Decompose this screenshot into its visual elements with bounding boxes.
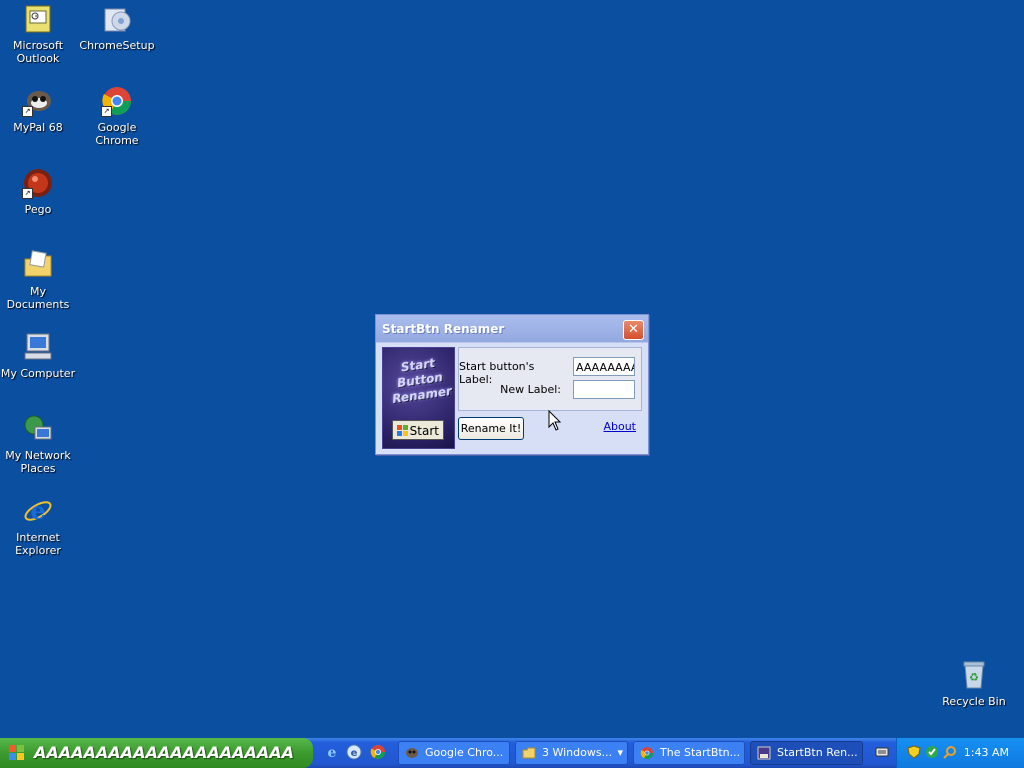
windows-logo-icon — [9, 745, 25, 761]
search-icon[interactable] — [943, 745, 957, 759]
taskbar-button-windows-group[interactable]: 3 Windows... ▾ — [515, 741, 628, 765]
start-button-preview: Start — [392, 420, 444, 440]
desktop-icon-network-places[interactable]: My Network Places — [0, 413, 76, 475]
desktop-icon-label: Internet Explorer — [15, 531, 61, 557]
taskbar-button-label: 3 Windows... — [542, 746, 613, 759]
taskbar-button-label: The StartBtn... — [660, 746, 741, 759]
desktop-icon-recycle-bin[interactable]: ♻ Recycle Bin — [936, 659, 1012, 708]
shortcut-arrow-icon: ↗ — [101, 106, 112, 117]
desktop-icon-mypal[interactable]: ↗ MyPal 68 — [0, 85, 76, 134]
close-icon: ✕ — [628, 322, 639, 337]
dialog-title: StartBtn Renamer — [382, 322, 505, 336]
desktop-icon-label: Pego — [24, 203, 52, 216]
chrome-icon — [640, 746, 654, 760]
taskbar-button-label: Google Chro... — [425, 746, 504, 759]
svg-text:e: e — [351, 748, 358, 759]
taskbar-button-google-chrome[interactable]: Google Chro... — [398, 741, 510, 765]
security-shield-icon[interactable] — [907, 745, 921, 759]
svg-text:♻: ♻ — [969, 671, 979, 684]
pego-icon: ↗ — [22, 167, 54, 199]
desktop-icon-label: Google Chrome — [95, 121, 139, 147]
mouse-cursor-icon — [548, 409, 562, 432]
banner-logo-text: Start Button Renamer — [391, 355, 453, 406]
desktop-icon-my-documents[interactable]: My Documents — [0, 249, 76, 311]
network-status-icon[interactable] — [925, 745, 939, 759]
windows-flag-icon — [397, 425, 409, 437]
network-places-icon — [22, 413, 54, 445]
start-button-label: AAAAAAAAAAAAAAAAAAAAA — [34, 743, 295, 762]
close-button[interactable]: ✕ — [623, 320, 644, 340]
folder-icon — [522, 746, 536, 760]
app-icon — [757, 746, 771, 760]
my-documents-icon — [22, 249, 54, 281]
desktop-icon-label: My Network Places — [5, 449, 71, 475]
desktop-icon-my-computer[interactable]: My Computer — [0, 331, 76, 380]
system-clock[interactable]: 1:43 AM — [964, 746, 1009, 759]
app-banner: Start Button Renamer Start — [382, 347, 455, 449]
new-label-caption: New Label: — [500, 383, 561, 396]
chrome-setup-icon — [101, 3, 133, 35]
shortcut-arrow-icon: ↗ — [22, 106, 33, 117]
quicklaunch-edge-icon[interactable]: e — [346, 744, 362, 760]
desktop-icon-label: My Computer — [0, 367, 76, 380]
dialog-titlebar[interactable]: StartBtn Renamer ✕ — [376, 315, 648, 343]
desktop: Microsoft Outlook ChromeSetup ↗ MyPal 68… — [0, 0, 1024, 740]
taskbar: AAAAAAAAAAAAAAAAAAAAA e e Google Chro...… — [0, 738, 1024, 768]
recycle-bin-icon: ♻ — [958, 659, 990, 691]
desktop-icon-label: MyPal 68 — [13, 121, 63, 134]
system-tray: 1:43 AM — [896, 738, 1024, 768]
my-computer-icon — [22, 331, 54, 363]
desktop-icon-label: Recycle Bin — [942, 695, 1006, 708]
desktop-icon-outlook[interactable]: Microsoft Outlook — [0, 3, 76, 65]
start-button[interactable]: AAAAAAAAAAAAAAAAAAAAA — [0, 738, 313, 768]
label-panel: Start button's Label: AAAAAAAAAAAAAAAAAA… — [458, 347, 642, 411]
taskbar-button-label: StartBtn Ren... — [777, 746, 858, 759]
chrome-icon: ↗ — [101, 85, 133, 117]
startbtn-renamer-dialog: StartBtn Renamer ✕ Start Button Renamer … — [375, 314, 649, 455]
preview-label: Start — [409, 424, 439, 438]
internet-explorer-icon: e — [22, 495, 54, 527]
quicklaunch-internet-explorer-icon[interactable]: e — [324, 744, 340, 761]
current-label-field[interactable]: AAAAAAAAAAAAAAAAAAAAA — [573, 357, 635, 376]
desktop-icon-pego[interactable]: ↗ Pego — [0, 167, 76, 216]
desktop-icon-label: ChromeSetup — [79, 39, 155, 52]
group-dropdown-arrow-icon: ▾ — [617, 746, 623, 759]
desktop-icon-label: My Documents — [6, 285, 70, 311]
desktop-icon-chromesetup[interactable]: ChromeSetup — [79, 3, 155, 52]
taskbar-button-the-startbtn[interactable]: The StartBtn... — [633, 741, 745, 765]
shortcut-arrow-icon: ↗ — [22, 188, 33, 199]
taskbar-button-startbtn-renamer[interactable]: StartBtn Ren... — [750, 741, 863, 765]
about-link[interactable]: About — [603, 420, 636, 433]
outlook-icon — [22, 3, 54, 35]
desktop-icon-label: Microsoft Outlook — [12, 39, 64, 65]
desktop-icon-internet-explorer[interactable]: e Internet Explorer — [0, 495, 76, 557]
rename-button[interactable]: Rename It! — [458, 417, 524, 440]
svg-text:e: e — [328, 745, 337, 760]
quicklaunch-chrome-icon[interactable] — [370, 744, 386, 760]
svg-text:e: e — [30, 496, 45, 525]
keyboard-language-icon[interactable] — [875, 745, 889, 759]
desktop-icon-chrome[interactable]: ↗ Google Chrome — [79, 85, 155, 147]
mypal-icon — [405, 746, 419, 760]
mypal-icon: ↗ — [22, 85, 54, 117]
new-label-input[interactable] — [573, 380, 635, 399]
